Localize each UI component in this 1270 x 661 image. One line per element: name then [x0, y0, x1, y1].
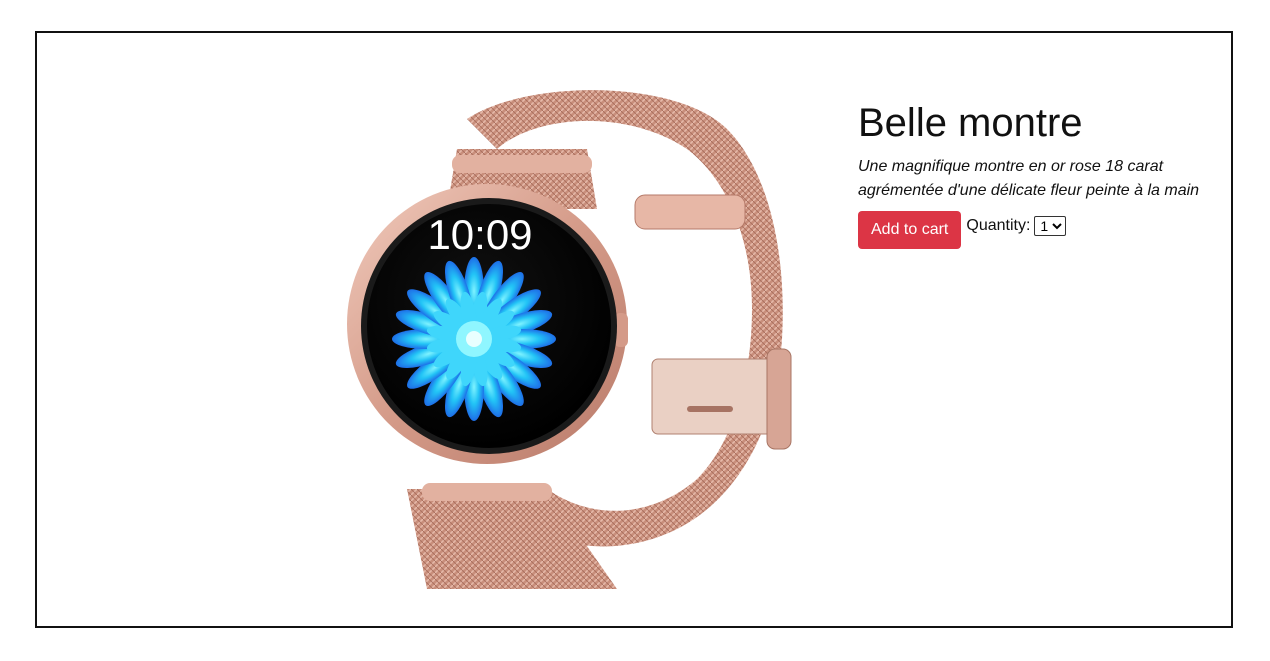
product-card: 10:09 Belle montre Une magnifique montre… — [35, 31, 1233, 628]
quantity-label: Quantity: — [966, 217, 1031, 234]
product-description: Une magnifique montre en or rose 18 cara… — [858, 155, 1218, 203]
add-to-cart-button[interactable]: Add to cart — [858, 211, 962, 249]
quantity-select[interactable]: 1 — [1034, 216, 1067, 236]
purchase-actions: Add to cart Quantity: 1 — [858, 211, 1218, 249]
watch-time-text: 10:09 — [427, 211, 532, 258]
quantity-control: Quantity: 1 — [966, 216, 1067, 236]
description-line-1: Une magnifique montre en or rose 18 cara… — [858, 158, 1164, 175]
description-line-2: agrémentée d'une délicate fleur peinte à… — [858, 182, 1200, 199]
product-title: Belle montre — [858, 101, 1083, 145]
product-image: 10:09 — [347, 90, 792, 589]
product-info: Belle montre Une magnifique montre en or… — [858, 97, 1218, 249]
